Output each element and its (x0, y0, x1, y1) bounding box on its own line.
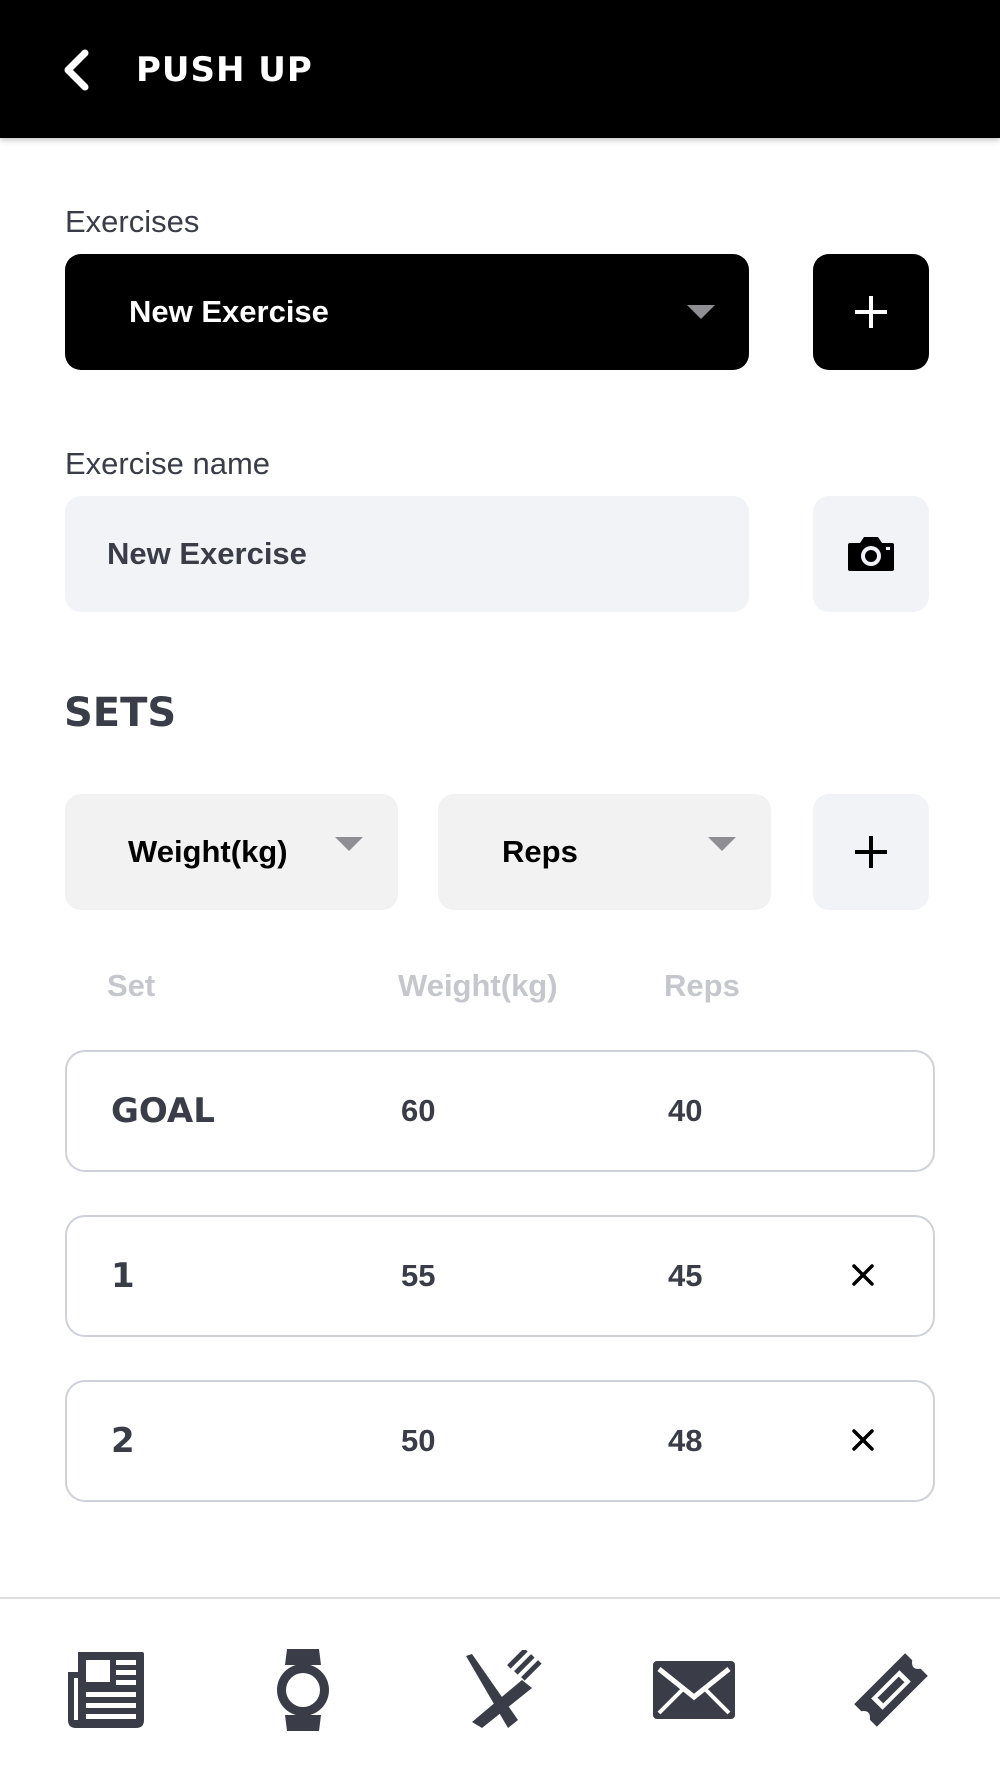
exercise-name-input[interactable] (65, 496, 749, 612)
watch-icon (277, 1649, 329, 1731)
set-reps: 40 (668, 1093, 703, 1128)
plus-icon (855, 836, 887, 868)
add-photo-button[interactable] (813, 496, 929, 612)
nav-meals[interactable] (450, 1640, 550, 1740)
nav-tickets[interactable] (841, 1640, 941, 1740)
exercise-name-label: Exercise name (65, 446, 271, 481)
exercise-select-value: New Exercise (129, 294, 329, 329)
column-header-set: Set (107, 968, 156, 1003)
add-set-button[interactable] (813, 794, 929, 910)
bottom-nav-divider (0, 1597, 1000, 1599)
add-exercise-button[interactable] (813, 254, 929, 370)
column-header-reps: Reps (664, 968, 740, 1003)
app-header: PUSH UP (0, 0, 1000, 138)
page-title: PUSH UP (136, 50, 313, 90)
set-reps: 48 (668, 1423, 703, 1458)
set-label: GOAL (111, 1091, 215, 1131)
metric-1-value: Weight(kg) (128, 834, 288, 869)
chevron-down-icon (708, 837, 736, 851)
set-weight: 60 (401, 1093, 436, 1128)
newspaper-icon (68, 1652, 144, 1728)
set-label: 2 (111, 1421, 135, 1461)
nav-messages[interactable] (644, 1640, 744, 1740)
nav-watch[interactable] (253, 1640, 353, 1740)
nav-news[interactable] (59, 1640, 159, 1740)
set-reps: 45 (668, 1258, 703, 1293)
fork-knife-icon (466, 1650, 542, 1728)
column-header-weight: Weight(kg) (398, 968, 558, 1003)
remove-set-button[interactable] (843, 1255, 883, 1295)
metric-1-select[interactable]: Weight(kg) (65, 794, 398, 910)
close-icon (852, 1429, 874, 1451)
set-label: 1 (111, 1256, 135, 1296)
back-button[interactable] (54, 46, 98, 94)
chevron-left-icon (64, 49, 89, 91)
exercise-select[interactable]: New Exercise (65, 254, 749, 370)
camera-icon (848, 537, 894, 571)
metric-2-value: Reps (502, 834, 578, 869)
metric-2-select[interactable]: Reps (438, 794, 771, 910)
envelope-icon (653, 1661, 735, 1719)
exercises-label: Exercises (65, 204, 200, 239)
set-row-goal[interactable]: GOAL 60 40 (65, 1050, 935, 1172)
set-weight: 50 (401, 1423, 436, 1458)
chevron-down-icon (335, 837, 363, 851)
set-weight: 55 (401, 1258, 436, 1293)
sets-heading: SETS (64, 690, 177, 736)
remove-set-button[interactable] (843, 1420, 883, 1460)
set-row-1[interactable]: 1 55 45 (65, 1215, 935, 1337)
chevron-down-icon (687, 305, 715, 319)
set-row-2[interactable]: 2 50 48 (65, 1380, 935, 1502)
plus-icon (855, 296, 887, 328)
ticket-icon (854, 1653, 928, 1727)
close-icon (852, 1264, 874, 1286)
